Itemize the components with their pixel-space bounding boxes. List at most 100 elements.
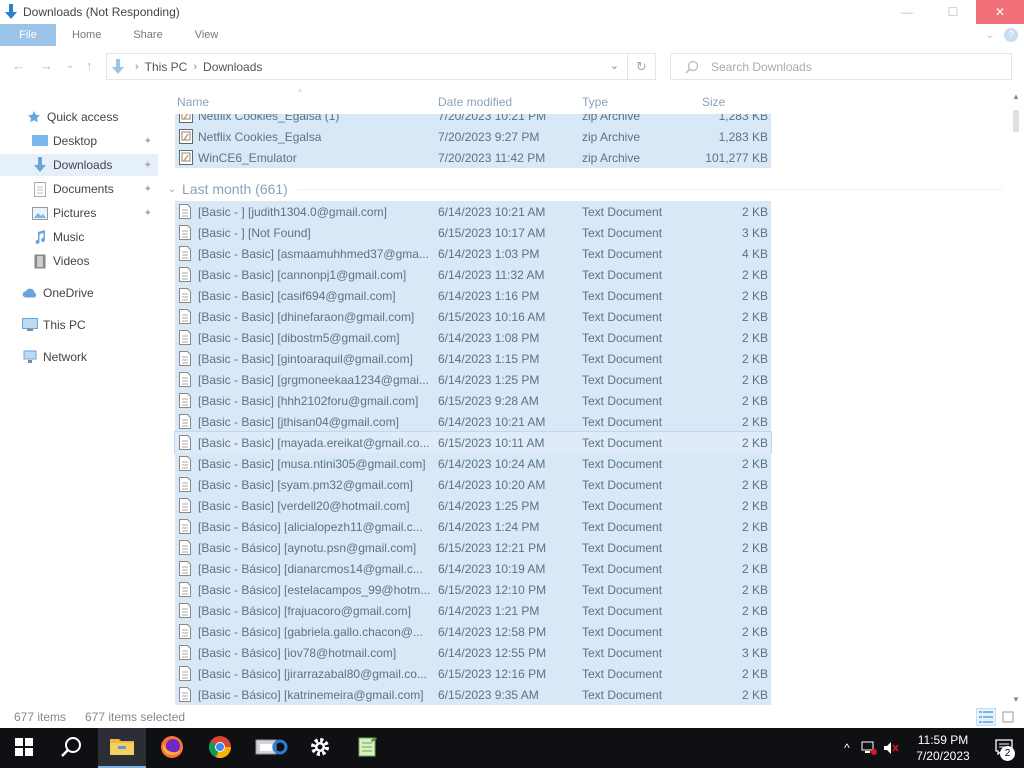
tab-view[interactable]: View xyxy=(179,24,235,46)
table-row[interactable]: [Basic - Básico] [jirarrazabal80@gmail.c… xyxy=(175,663,771,684)
breadcrumb-this-pc[interactable]: This PC xyxy=(145,60,188,74)
chevron-down-icon[interactable]: ⌄ xyxy=(168,184,180,195)
search-box[interactable] xyxy=(670,53,1012,80)
tab-share[interactable]: Share xyxy=(117,24,178,46)
table-row[interactable]: [Basic - Basic] [dhinefaraon@gmail.com] 6… xyxy=(175,306,771,327)
up-button[interactable]: ↑ xyxy=(86,58,93,73)
close-button[interactable]: ✕ xyxy=(976,0,1024,24)
sidebar-item-onedrive[interactable]: OneDrive xyxy=(0,282,158,304)
notepad-button[interactable] xyxy=(344,728,392,768)
vertical-scrollbar[interactable]: ▲ ▼ xyxy=(1010,92,1022,704)
group-header-last-month[interactable]: ⌄ Last month (661) xyxy=(168,177,1003,201)
table-row[interactable]: WinCE6_Emulator 7/20/2023 11:42 PM zip A… xyxy=(175,147,771,168)
text-document-icon xyxy=(179,267,193,282)
show-hidden-icons-button[interactable]: ^ xyxy=(836,741,858,755)
address-dropdown-button[interactable]: ⌄ xyxy=(610,59,619,72)
sidebar-item-documents[interactable]: Documents ✦ xyxy=(0,178,158,200)
network-icon xyxy=(22,349,38,365)
breadcrumb-downloads[interactable]: Downloads xyxy=(203,60,262,74)
app-button[interactable] xyxy=(248,728,296,768)
table-row[interactable]: [Basic - Basic] [gintoaraquil@gmail.com]… xyxy=(175,348,771,369)
table-row[interactable]: [Basic - Basic] [casif694@gmail.com] 6/14… xyxy=(175,285,771,306)
cell-name: [Basic - Básico] [iov78@hotmail.com] xyxy=(198,646,397,660)
table-row[interactable]: [Basic - Basic] [dibostm5@gmail.com] 6/14… xyxy=(175,327,771,348)
tab-home[interactable]: Home xyxy=(56,24,117,46)
table-row[interactable]: [Basic - Basic] [verdell20@hotmail.com] 6… xyxy=(175,495,771,516)
sidebar-item-pictures[interactable]: Pictures ✦ xyxy=(0,202,158,224)
clock[interactable]: 11:59 PM 7/20/2023 xyxy=(902,732,984,764)
maximize-button[interactable]: ☐ xyxy=(930,0,976,24)
sidebar-item-videos[interactable]: Videos xyxy=(0,250,158,272)
file-explorer-button[interactable] xyxy=(98,728,146,768)
refresh-button[interactable]: ↻ xyxy=(627,54,655,79)
table-row[interactable]: [Basic - ] [judith1304.0@gmail.com] 6/14/… xyxy=(175,201,771,222)
sidebar-item-this-pc[interactable]: This PC xyxy=(0,314,158,336)
table-row[interactable]: [Basic - ] [Not Found] 6/15/2023 10:17 AM… xyxy=(175,222,771,243)
column-header-size[interactable]: Size xyxy=(702,95,725,109)
sidebar-item-downloads[interactable]: Downloads ✦ xyxy=(0,154,158,176)
address-bar[interactable]: › This PC › Downloads ⌄ ↻ xyxy=(106,53,656,80)
folder-icon xyxy=(110,737,134,758)
sidebar-item-desktop[interactable]: Desktop ✦ xyxy=(0,130,158,152)
help-icon[interactable]: ? xyxy=(1004,28,1018,42)
forward-button[interactable]: → xyxy=(40,58,53,73)
cell-type: Text Document xyxy=(582,394,663,408)
column-header-name[interactable]: Name xyxy=(177,95,209,109)
sidebar-item-network[interactable]: Network xyxy=(0,346,158,368)
table-row[interactable]: [Basic - Básico] [estelacampos_99@hotm..… xyxy=(175,579,771,600)
table-row[interactable]: [Basic - Básico] [katrinemeira@gmail.com… xyxy=(175,684,771,705)
search-input[interactable] xyxy=(711,59,991,74)
table-row[interactable]: [Basic - Básico] [iov78@hotmail.com] 6/14… xyxy=(175,642,771,663)
settings-button[interactable] xyxy=(296,728,344,768)
minimize-button[interactable]: — xyxy=(884,0,930,24)
table-row[interactable]: [Basic - Básico] [frajuacoro@gmail.com] 6… xyxy=(175,600,771,621)
expand-ribbon-button[interactable]: ⌄ xyxy=(986,30,994,41)
back-button[interactable]: ← xyxy=(12,58,25,73)
cell-type: Text Document xyxy=(582,583,663,597)
group-label: Last month (661) xyxy=(182,181,288,197)
scroll-up-arrow-icon[interactable]: ▲ xyxy=(1012,92,1020,101)
table-row[interactable]: [Basic - Basic] [grgmoneekaa1234@gmai...… xyxy=(175,369,771,390)
pin-icon: ✦ xyxy=(143,159,152,171)
table-row[interactable]: [Basic - Básico] [alicialopezh11@gmail.c… xyxy=(175,516,771,537)
table-row[interactable]: Netflix Cookies_Egalsa 7/20/2023 9:27 PM… xyxy=(175,126,771,147)
cell-type: Text Document xyxy=(582,415,663,429)
clock-date: 7/20/2023 xyxy=(916,749,970,763)
cell-name: [Basic - Básico] [frajuacoro@gmail.com] xyxy=(198,604,411,618)
large-icons-view-icon[interactable] xyxy=(998,708,1018,726)
sidebar-item-label: Downloads xyxy=(53,158,113,172)
cell-name: [Basic - Básico] [estelacampos_99@hotm..… xyxy=(198,583,431,597)
table-row[interactable]: [Basic - Básico] [aynotu.psn@gmail.com] 6… xyxy=(175,537,771,558)
table-row[interactable]: [Basic - Basic] [musa.ntini305@gmail.com… xyxy=(175,453,771,474)
sidebar-item-music[interactable]: Music xyxy=(0,226,158,248)
table-row[interactable]: [Basic - Básico] [gabriela.gallo.chacon@… xyxy=(175,621,771,642)
details-view-icon[interactable] xyxy=(976,708,996,726)
tab-file[interactable]: File xyxy=(0,24,56,46)
table-row[interactable]: [Basic - Basic] [asmaamuhhmed37@gma... 6/… xyxy=(175,243,771,264)
action-center-button[interactable]: 2 xyxy=(984,728,1024,768)
volume-muted-icon[interactable] xyxy=(880,741,902,755)
network-icon[interactable] xyxy=(858,741,880,755)
sidebar-item-label: Network xyxy=(43,350,88,364)
sidebar-item-quick-access[interactable]: Quick access xyxy=(0,106,158,128)
column-header-date[interactable]: Date modified xyxy=(438,95,512,109)
scroll-down-arrow-icon[interactable]: ▼ xyxy=(1012,695,1020,704)
cell-type: Text Document xyxy=(582,604,663,618)
search-button[interactable] xyxy=(48,728,96,768)
table-row[interactable]: [Basic - Basic] [cannonpj1@gmail.com] 6/1… xyxy=(175,264,771,285)
table-row[interactable]: [Basic - Basic] [mayada.ereikat@gmail.co… xyxy=(174,431,772,454)
sort-ascending-icon: ^ xyxy=(298,88,302,97)
firefox-button[interactable] xyxy=(148,728,196,768)
table-row[interactable]: [Basic - Basic] [syam.pm32@gmail.com] 6/1… xyxy=(175,474,771,495)
navigation-pane: Quick access Desktop ✦ Downloads ✦ Docum… xyxy=(0,104,158,704)
table-row[interactable]: [Basic - Básico] [dianarcmos14@gmail.c..… xyxy=(175,558,771,579)
table-row[interactable]: [Basic - Basic] [jthisan04@gmail.com] 6/1… xyxy=(175,411,771,432)
scrollbar-thumb[interactable] xyxy=(1013,110,1019,132)
file-rows: Netflix Cookies_Egalsa (1) 7/20/2023 10:… xyxy=(165,88,1009,706)
column-header-type[interactable]: Type xyxy=(582,95,608,109)
start-button[interactable] xyxy=(0,728,48,768)
table-row[interactable]: [Basic - Basic] [hhh2102foru@gmail.com] 6… xyxy=(175,390,771,411)
chrome-button[interactable] xyxy=(196,728,244,768)
recent-locations-button[interactable]: ⌄ xyxy=(66,60,74,71)
text-document-icon xyxy=(179,582,193,597)
